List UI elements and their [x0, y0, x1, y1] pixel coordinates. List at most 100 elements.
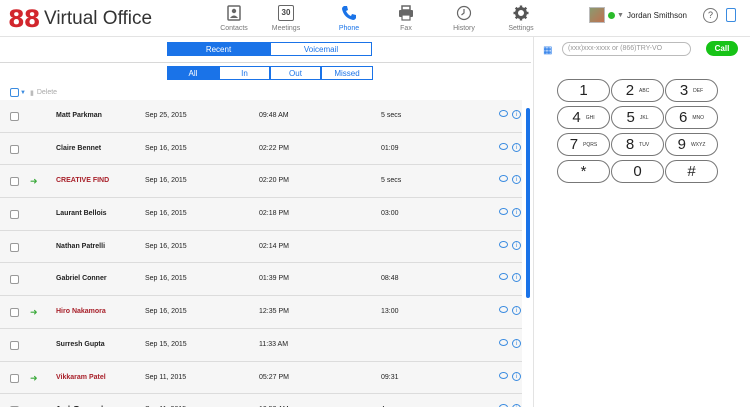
- select-all-checkbox[interactable]: [10, 88, 19, 97]
- row-checkbox[interactable]: [10, 242, 19, 252]
- tab-voicemail[interactable]: Voicemail: [270, 42, 372, 56]
- call-button[interactable]: Call: [706, 41, 738, 56]
- caller-name[interactable]: Nathan Patrelli: [56, 243, 105, 250]
- dial-input[interactable]: (xxx)xxx-xxxx or (866)TRY-VO: [562, 42, 691, 56]
- table-row[interactable]: Matt Parkman Sep 25, 2015 09:48 AM 5 secs i: [0, 100, 522, 133]
- logo[interactable]: 88 Virtual Office: [8, 5, 152, 33]
- delete-button[interactable]: Delete: [37, 89, 57, 96]
- dial-key[interactable]: 3 DEF: [665, 79, 718, 102]
- info-icon[interactable]: i: [512, 273, 521, 283]
- info-icon[interactable]: i: [512, 142, 521, 152]
- nav-settings[interactable]: Settings: [495, 4, 547, 32]
- filter-in[interactable]: In: [219, 66, 270, 80]
- filter-all[interactable]: All: [167, 66, 219, 80]
- call-date: Sep 16, 2015: [145, 210, 187, 218]
- dial-key[interactable]: 5 JKL: [611, 106, 664, 129]
- row-checkbox[interactable]: [10, 177, 19, 187]
- caller-name[interactable]: Matt Parkman: [56, 112, 102, 119]
- info-icon[interactable]: i: [512, 338, 521, 348]
- table-row[interactable]: Surresh Gupta Sep 15, 2015 11:33 AM i: [0, 328, 522, 362]
- info-icon[interactable]: i: [512, 371, 521, 381]
- key-letters: JKL: [639, 114, 649, 121]
- help-icon[interactable]: ?: [703, 7, 718, 23]
- info-icon[interactable]: i: [512, 110, 521, 119]
- caller-name[interactable]: Vikkaram Patel: [56, 374, 106, 381]
- chevron-down-icon[interactable]: ▼: [617, 12, 624, 19]
- chat-icon[interactable]: [499, 110, 508, 117]
- trash-icon[interactable]: ▮: [30, 89, 34, 97]
- user-menu[interactable]: ▼ Jordan Smithson ?: [589, 7, 736, 23]
- caller-name[interactable]: Laurant Bellois: [56, 210, 107, 217]
- dial-key[interactable]: 9 WXYZ: [665, 133, 718, 156]
- chat-icon[interactable]: [499, 208, 508, 216]
- row-checkbox[interactable]: [10, 112, 19, 121]
- nav-meetings[interactable]: 30 Meetings: [260, 4, 312, 32]
- row-checkbox[interactable]: [10, 210, 19, 220]
- key-digit: 6: [678, 109, 688, 126]
- chat-icon[interactable]: [499, 273, 508, 281]
- call-duration: 08:48: [381, 275, 399, 283]
- dial-key[interactable]: 1: [557, 79, 610, 102]
- nav-label: Contacts: [220, 25, 248, 32]
- caller-name[interactable]: Gabriel Conner: [56, 275, 107, 282]
- chat-icon[interactable]: [499, 175, 508, 183]
- nav-history[interactable]: History: [438, 4, 490, 32]
- info-icon[interactable]: i: [512, 208, 521, 218]
- nav-contacts[interactable]: Contacts: [208, 4, 260, 32]
- dial-key[interactable]: #: [665, 160, 718, 183]
- table-row[interactable]: ➜ Vikkaram Patel Sep 11, 2015 05:27 PM 09:31…: [0, 361, 522, 395]
- chat-icon[interactable]: [499, 338, 508, 346]
- info-icon[interactable]: i: [512, 240, 521, 250]
- row-checkbox[interactable]: [10, 308, 19, 318]
- dial-key[interactable]: 2 ABC: [611, 79, 664, 102]
- table-row[interactable]: Laurant Bellois Sep 16, 2015 02:18 PM 03:00…: [0, 198, 522, 231]
- table-row[interactable]: Nathan Patrelli Sep 16, 2015 02:14 PM i: [0, 230, 522, 264]
- dial-key[interactable]: 6 MNO: [665, 106, 718, 129]
- info-icon[interactable]: i: [512, 175, 521, 185]
- dial-key[interactable]: *: [557, 160, 610, 183]
- info-icon[interactable]: i: [512, 306, 521, 316]
- row-checkbox[interactable]: [10, 340, 19, 350]
- call-time: 02:14 PM: [259, 242, 289, 250]
- avatar[interactable]: [589, 7, 606, 23]
- scrollbar[interactable]: [526, 108, 530, 298]
- filter-missed[interactable]: Missed: [321, 66, 373, 80]
- mobile-phone-icon[interactable]: [726, 8, 736, 22]
- chat-icon[interactable]: [499, 142, 508, 150]
- call-date: Sep 16, 2015: [145, 308, 187, 316]
- list-toolbar: ▼ ▮ Delete: [10, 88, 57, 97]
- nav-phone[interactable]: Phone: [323, 4, 375, 32]
- table-row[interactable]: ➜ CREATIVE FIND Sep 16, 2015 02:20 PM 5 secs…: [0, 165, 522, 199]
- chevron-down-icon[interactable]: ▼: [20, 90, 26, 96]
- table-row[interactable]: Gabriel Conner Sep 16, 2015 01:39 PM 08:48 i: [0, 263, 522, 297]
- chat-icon[interactable]: [499, 371, 508, 379]
- keypad-icon[interactable]: ▦: [543, 45, 552, 56]
- caller-name[interactable]: Hiro Nakamora: [56, 308, 106, 315]
- table-row[interactable]: ➜ Hiro Nakamora Sep 16, 2015 12:35 PM 13:00 i: [0, 296, 522, 329]
- chat-icon[interactable]: [499, 306, 508, 314]
- dial-key[interactable]: 8 TUV: [611, 133, 664, 156]
- row-checkbox[interactable]: [10, 373, 19, 383]
- dialer-panel: ▦ (xxx)xxx-xxxx or (866)TRY-VO Call 1 2 AB…: [533, 37, 750, 407]
- caller-name[interactable]: Claire Bennet: [56, 145, 101, 152]
- dial-key[interactable]: 7 PQRS: [557, 133, 610, 156]
- call-time: 05:27 PM: [259, 373, 289, 381]
- caller-name[interactable]: Surresh Gupta: [56, 341, 105, 348]
- filter-out[interactable]: Out: [270, 66, 321, 80]
- nav-label: Fax: [400, 25, 412, 32]
- call-duration: 09:31: [381, 373, 399, 381]
- call-time: 09:48 AM: [259, 112, 289, 119]
- divider: [0, 62, 531, 63]
- tab-recent[interactable]: Recent: [167, 42, 270, 56]
- dial-key[interactable]: 0: [611, 160, 664, 183]
- caller-name[interactable]: CREATIVE FIND: [56, 177, 109, 184]
- row-checkbox[interactable]: [10, 144, 19, 154]
- key-digit: *: [580, 163, 587, 180]
- chat-icon[interactable]: [499, 240, 508, 248]
- table-row[interactable]: Claire Bennet Sep 16, 2015 02:22 PM 01:09 i: [0, 132, 522, 166]
- table-row[interactable]: Josh TrammelSep 11, 201510:53 AM4 secsi: [0, 394, 522, 407]
- user-name[interactable]: Jordan Smithson: [627, 11, 687, 20]
- dial-key[interactable]: 4 GHI: [557, 106, 610, 129]
- row-checkbox[interactable]: [10, 275, 19, 285]
- nav-fax[interactable]: Fax: [380, 4, 432, 32]
